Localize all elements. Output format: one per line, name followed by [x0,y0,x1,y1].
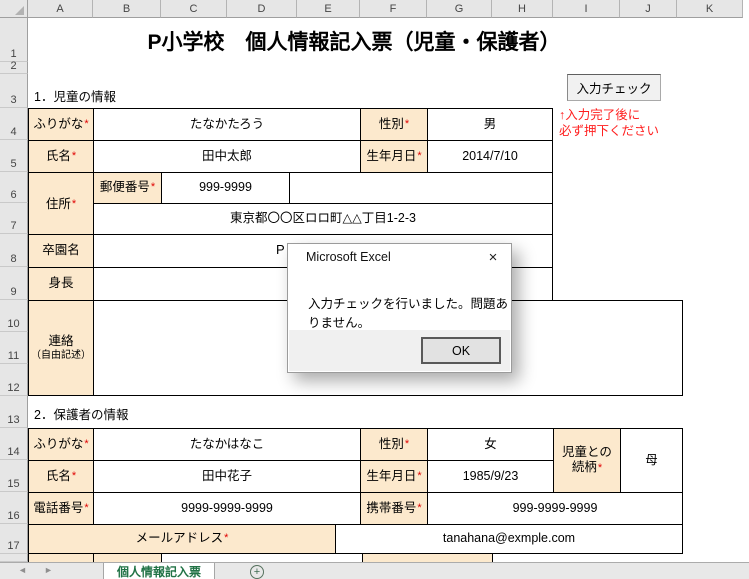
guardian-email-label[interactable]: メールアドレス * [28,524,335,554]
relation-label-line1: 児童との [562,444,612,459]
row-header-6[interactable]: 6 [0,172,28,203]
contact-label-main: 連絡 [48,333,74,348]
excel-message-dialog: Microsoft Excel × 入力チェックを行いました。問題ありません。 … [287,243,512,373]
guardian-birthdate-label[interactable]: 生年月日 * [360,460,427,492]
section2-heading: 2．保護者の情報 [34,408,129,422]
child-name-label[interactable]: 氏名 * [28,140,93,172]
form-title: P小学校 個人情報記入票（児童・保護者） [147,31,561,54]
input-check-button[interactable]: 入力チェック [567,74,661,101]
guardian-phone-cell[interactable]: 9999-9999-9999 [93,492,360,524]
dialog-title: Microsoft Excel [306,250,391,264]
sheet-nav-right-icon[interactable]: ► [44,565,53,575]
sheet-tab-bar: ◄ ► 個人情報記入票 + [0,562,749,579]
column-header-d[interactable]: D [227,0,297,18]
row-header-13[interactable]: 13 [0,396,28,428]
row-header-10[interactable]: 10 [0,300,28,332]
dialog-close-icon[interactable]: × [481,246,505,268]
check-note-line2: 必ず押下ください [559,123,660,138]
child-name-cell[interactable]: 田中太郎 [93,140,360,172]
dialog-ok-button[interactable]: OK [421,337,501,364]
row18-cell-b[interactable] [93,554,162,562]
guardian-name-cell[interactable]: 田中花子 [93,460,360,492]
row-header-4[interactable]: 4 [0,108,28,140]
row-header-7[interactable]: 7 [0,203,28,234]
child-contact-label[interactable]: 連絡 （自由記述） [28,300,93,396]
child-sex-label[interactable]: 性別 * [360,108,427,140]
row-header-18[interactable] [0,554,28,562]
guardian-furigana-cell[interactable]: たなかはなこ [93,428,360,460]
guardian-phone-label[interactable]: 電話番号 * [28,492,93,524]
row-header-1[interactable]: 1 [0,18,28,62]
guardian-mobile-label[interactable]: 携帯番号 * [360,492,427,524]
child-address-cell[interactable]: 東京都〇〇区ロロ町△△丁目1-2-3 [93,203,553,234]
sheet-nav-left-icon[interactable]: ◄ [18,565,27,575]
child-postal-label[interactable]: 郵便番号 * [93,172,161,203]
column-header-c[interactable]: C [161,0,227,18]
dialog-footer: OK [289,330,510,371]
column-header-b[interactable]: B [93,0,161,18]
row-header-17[interactable]: 17 [0,524,28,554]
section1-heading: 1．児童の情報 [34,90,116,104]
row-header-14[interactable]: 14 [0,428,28,460]
child-address-label[interactable]: 住所 * [28,172,93,236]
child-sex-cell[interactable]: 男 [427,108,553,140]
select-all-triangle-icon [15,6,24,15]
column-header-e[interactable]: E [297,0,360,18]
column-header-i[interactable]: I [553,0,620,18]
select-all-corner[interactable] [0,0,28,18]
child-postal-cell[interactable]: 999-9999 [161,172,290,203]
child-birthdate-label[interactable]: 生年月日 * [360,140,427,172]
row18-cell-a[interactable] [28,554,93,562]
column-header-a[interactable]: A [28,0,93,18]
relation-label-line2: 続柄* [571,460,603,475]
guardian-birthdate-cell[interactable]: 1985/9/23 [427,460,553,492]
sheet-tab-active[interactable]: 個人情報記入票 [103,563,215,579]
guardian-furigana-label[interactable]: ふりがな * [28,428,93,460]
row-header-3[interactable]: 3 [0,74,28,108]
child-kindergarten-label[interactable]: 卒園名 [28,234,93,267]
row-header-11[interactable]: 11 [0,332,28,364]
column-header-h[interactable]: H [492,0,553,18]
row-header-16[interactable]: 16 [0,492,28,524]
guardian-sex-label[interactable]: 性別 * [360,428,427,460]
row-header-5[interactable]: 5 [0,140,28,172]
guardian-name-label[interactable]: 氏名 * [28,460,93,492]
guardian-email-cell[interactable]: tanahana@exmple.com [335,524,683,554]
guardian-mobile-cell[interactable]: 999-9999-9999 [427,492,683,524]
row18-cell-f[interactable] [362,554,493,562]
add-sheet-icon[interactable]: + [250,565,264,579]
row-header-9[interactable]: 9 [0,267,28,300]
row-header-2[interactable]: 2 [0,60,28,74]
child-height-label[interactable]: 身長 [28,267,93,300]
child-postal-spacer-cell[interactable] [290,172,553,203]
check-instruction-note: ↑入力完了後に 必ず押下ください [559,108,675,139]
row-header-8[interactable]: 8 [0,234,28,267]
column-header-f[interactable]: F [360,0,427,18]
column-header-g[interactable]: G [427,0,492,18]
guardian-sex-cell[interactable]: 女 [427,428,553,460]
child-birthdate-cell[interactable]: 2014/7/10 [427,140,553,172]
column-header-k[interactable]: K [677,0,743,18]
column-header-j[interactable]: J [620,0,677,18]
child-furigana-label[interactable]: ふりがな * [28,108,93,140]
check-note-line1: ↑入力完了後に [559,108,641,122]
excel-window: A B C D E F G H I J K 1 2 3 4 5 6 7 8 9 … [0,0,749,579]
contact-label-sub: （自由記述） [31,349,91,361]
dialog-message: 入力チェックを行いました。問題ありません。 [308,297,509,330]
guardian-relation-cell[interactable]: 母 [620,428,683,492]
kindergarten-visible-fragment: P [276,242,285,257]
child-furigana-cell[interactable]: たなかたろう [93,108,360,140]
row-header-12[interactable]: 12 [0,364,28,396]
guardian-relation-label[interactable]: 児童との 続柄* [553,428,620,492]
row-header-15[interactable]: 15 [0,460,28,492]
